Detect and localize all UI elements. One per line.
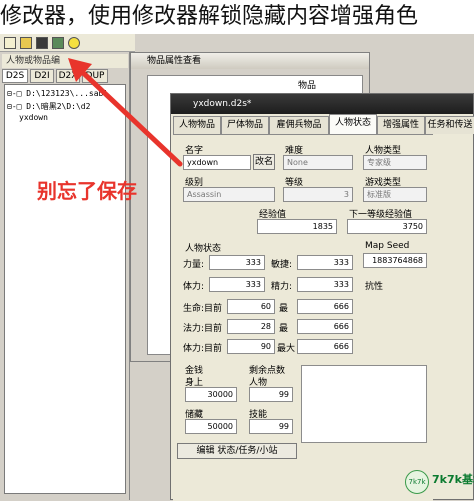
tab-mercenary-items[interactable]: 雇佣兵物品 <box>269 116 329 134</box>
mana-max-field[interactable]: 666 <box>297 319 353 334</box>
game-type-select[interactable]: 标准版 <box>363 187 427 202</box>
tab-enhanced-attributes[interactable]: 增强属性 <box>377 116 425 134</box>
save-reminder-note: 别忘了保存 <box>37 179 137 203</box>
toolbar <box>0 34 135 52</box>
caption-text: 修改器，使用修改器解锁隐藏内容增强角色 <box>0 4 419 29</box>
character-editor-window: yxdown.d2s* 人物物品 尸体物品 雇佣兵物品 人物状态 增强属性 任务… <box>170 93 474 501</box>
new-file-icon[interactable] <box>4 37 16 49</box>
dex-field[interactable]: 333 <box>297 255 353 270</box>
red-arrow-annotation <box>68 58 183 167</box>
rename-button[interactable]: 改名 <box>253 154 275 170</box>
help-icon[interactable] <box>68 37 80 49</box>
watermark-logo: 7k7k <box>405 470 429 494</box>
life-label: 生命:目前 <box>183 304 223 314</box>
ene-field[interactable]: 333 <box>297 277 353 292</box>
tab-character-status[interactable]: 人物状态 <box>329 114 377 134</box>
stamina-max-field[interactable]: 666 <box>297 339 353 354</box>
remain-person-field[interactable]: 99 <box>249 387 293 402</box>
open-folder-icon[interactable] <box>20 37 32 49</box>
column-header: 物品 <box>298 81 317 91</box>
save-as-icon[interactable] <box>52 37 64 49</box>
tab-corpse-items[interactable]: 尸体物品 <box>221 116 269 134</box>
life-max-field[interactable]: 666 <box>297 299 353 314</box>
tab-d2s[interactable]: D2S <box>2 69 28 83</box>
caption-banner: 修改器，使用修改器解锁隐藏内容增强角色 <box>0 0 474 34</box>
dex-label: 敏捷: <box>271 260 293 270</box>
mana-label: 法力:目前 <box>183 324 223 334</box>
map-seed-label: Map Seed <box>365 241 410 251</box>
resist-label: 抗性 <box>365 282 384 292</box>
watermark-text: 7k7k基地 <box>432 473 474 486</box>
class-select[interactable]: Assassin <box>183 187 275 202</box>
status-panel: 名字 yxdown 改名 难度 None 人物类型 专家级 级别 Assassi… <box>173 134 433 501</box>
difficulty-select[interactable]: None <box>283 155 353 170</box>
vit-label: 体力: <box>183 282 205 292</box>
vit-field[interactable]: 333 <box>209 277 265 292</box>
next-exp-field[interactable]: 3750 <box>347 219 427 234</box>
level-field[interactable]: 3 <box>283 187 353 202</box>
tab-quests-waypoints[interactable]: 任务和传送 <box>425 116 474 134</box>
exp-field[interactable]: 1835 <box>257 219 337 234</box>
save-icon[interactable] <box>36 37 48 49</box>
mana-max-label: 最 <box>279 324 289 334</box>
str-field[interactable]: 333 <box>209 255 265 270</box>
char-type-select[interactable]: 专家级 <box>363 155 427 170</box>
str-label: 力量: <box>183 260 205 270</box>
stamina-current-field[interactable]: 90 <box>227 339 275 354</box>
map-seed-field[interactable]: 1883764868 <box>363 253 427 268</box>
notes-area[interactable] <box>301 365 427 443</box>
gold-body-field[interactable]: 30000 <box>185 387 237 402</box>
main-window-title: yxdown.d2s* <box>171 94 473 114</box>
mana-current-field[interactable]: 28 <box>227 319 275 334</box>
tab-d2i[interactable]: D2I <box>30 69 54 83</box>
gold-stash-field[interactable]: 50000 <box>185 419 237 434</box>
life-current-field[interactable]: 60 <box>227 299 275 314</box>
edit-status-quests-button[interactable]: 编辑 状态/任务/小站 <box>177 443 297 459</box>
stamina-label: 体力:目前 <box>183 344 223 354</box>
stamina-max-label: 最大 <box>277 344 296 354</box>
tree-item[interactable]: yxdown <box>19 113 48 122</box>
ene-label: 精力: <box>271 282 293 292</box>
life-max-label: 最 <box>279 304 289 314</box>
char-status-label: 人物状态 <box>185 244 222 254</box>
remain-skill-field[interactable]: 99 <box>249 419 293 434</box>
